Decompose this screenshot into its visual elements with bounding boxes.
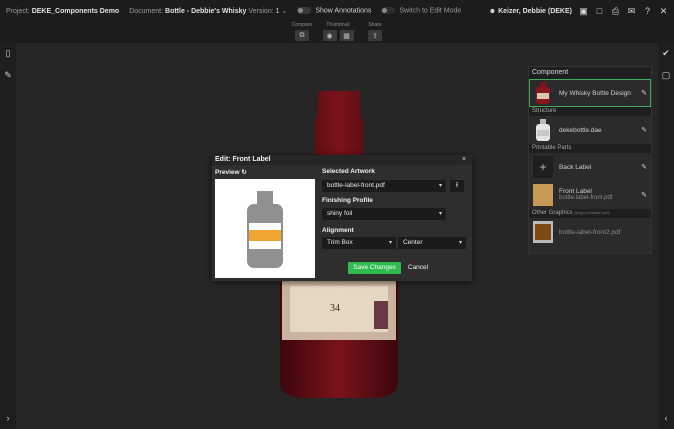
cube-icon[interactable]: ▢ [661,70,671,80]
edit-pencil-icon[interactable]: ✎ [641,191,647,199]
project-info: Project: DEKE_Components Demo [6,7,120,15]
upload-icon: ⭱ [455,182,459,189]
caret-down-icon: ▾ [458,240,462,246]
caret-down-icon: ▾ [438,211,442,217]
thumbnail-button[interactable]: ▦ [339,30,354,41]
printable-parts-header: Printable Parts [529,144,651,153]
upload-button[interactable]: ⭱ [450,180,464,192]
component-panel: Component My Whisky Bottle Design ✎ Stru… [528,66,652,254]
approve-icon[interactable]: ✔ [661,48,671,58]
toggle-switch-icon [381,7,396,15]
other-graphic-item[interactable]: bottle-label-front2.pdf [529,218,651,246]
bottle-mesh-icon [536,119,550,141]
close-icon[interactable]: × [462,155,466,165]
window-icon[interactable]: □ [595,6,604,16]
structure-thumbnail [533,119,553,141]
show-annotations-toggle[interactable]: Show Annotations [297,7,371,15]
bottle-thumbnail [533,82,553,104]
expand-right-icon[interactable]: › [3,413,13,423]
front-label-thumbnail [533,184,553,206]
user-icon: ☻ [488,7,497,15]
artwork-label: Selected Artwork [322,168,375,175]
cancel-button[interactable]: Cancel [404,262,432,274]
print-icon[interactable]: ⎙ [611,6,620,16]
save-changes-button[interactable]: Save Changes [348,262,401,274]
other-graphics-header: Other Graphics (drag to printable part) [529,209,651,218]
present-icon[interactable]: ▣ [579,6,588,16]
camera-button[interactable]: ◉ [322,30,337,41]
toggle-switch-icon [297,7,312,15]
close-icon[interactable]: ✕ [659,6,668,16]
alignment-box-select[interactable]: Trim Box ▾ [322,237,396,249]
component-item[interactable]: My Whisky Bottle Design ✎ [529,79,651,107]
edit-pencil-icon[interactable]: ✎ [641,163,647,171]
edit-mode-toggle[interactable]: Switch to Edit Mode [381,7,461,15]
bottle-label-age: 34 [330,303,340,314]
comments-icon[interactable]: ✎ [3,70,13,80]
alignment-position-select[interactable]: Center ▾ [398,237,466,249]
finishing-label: Finishing Profile [322,197,373,204]
share-button[interactable]: ⇪ [368,30,382,41]
user-area: ☻ Keizer, Debbie (DEKE) ▣ □ ⎙ ✉ ? ✕ [489,0,668,22]
edit-pencil-icon[interactable]: ✎ [641,126,647,134]
user-menu[interactable]: ☻ Keizer, Debbie (DEKE) [489,8,572,15]
alignment-label: Alignment [322,227,354,234]
back-label-item[interactable]: + Back Label ✎ [529,153,651,181]
caret-down-icon: ▾ [438,183,442,189]
compare-button[interactable]: ⧉ [295,30,309,41]
structure-item[interactable]: dekebottle.dae ✎ [529,116,651,144]
compare-icon: ⧉ [299,31,305,39]
refresh-icon[interactable]: ↻ [241,169,246,176]
preview-label: Preview ↻ [215,169,247,176]
caret-down-icon: ▾ [388,240,392,246]
preview-bottle-icon [247,191,283,268]
mail-icon[interactable]: ✉ [627,6,636,16]
top-bar: Project: DEKE_Components Demo Document: … [0,0,674,22]
front-label-item[interactable]: Front Label bottle-label-front.pdf ✎ [529,181,651,209]
chevron-down-icon[interactable]: ⌄ [280,8,287,15]
document-info: Document: Bottle - Debbie's Whisky Versi… [129,8,288,15]
sub-toolbar: Compare ⧉ Thumbnail ◉ ▦ Share ⇪ [0,22,674,43]
right-rail: ✔ ▢ ‹ [658,43,674,429]
add-icon[interactable]: + [533,156,553,178]
edit-front-label-dialog: Edit: Front Label × Preview ↻ Selected A… [212,155,472,281]
structure-header: Structure [529,107,651,116]
component-header: Component [529,67,651,79]
help-icon[interactable]: ? [643,6,652,16]
document-name[interactable]: Bottle - Debbie's Whisky [165,8,246,15]
page-icon[interactable]: ▯ [3,48,13,58]
bottle-icon [536,82,550,104]
other-graphic-thumbnail [533,221,553,243]
compare-group: Compare ⧉ [290,22,314,41]
label-preview [215,179,315,278]
thumbnail-group: Thumbnail ◉ ▦ [318,22,358,41]
share-icon: ⇪ [372,32,378,40]
edit-pencil-icon[interactable]: ✎ [641,89,647,97]
dialog-title: Edit: Front Label × [212,155,472,165]
artwork-select[interactable]: bottle-label-front.pdf ▾ [322,180,446,192]
left-rail: ▯ ✎ › [0,43,16,429]
collapse-left-icon[interactable]: ‹ [661,413,671,423]
camera-icon: ◉ [326,32,333,40]
finishing-select[interactable]: shiny foil ▾ [322,208,446,220]
image-icon: ▦ [343,32,350,40]
share-group: Share ⇪ [368,22,382,41]
project-name[interactable]: DEKE_Components Demo [32,8,120,15]
